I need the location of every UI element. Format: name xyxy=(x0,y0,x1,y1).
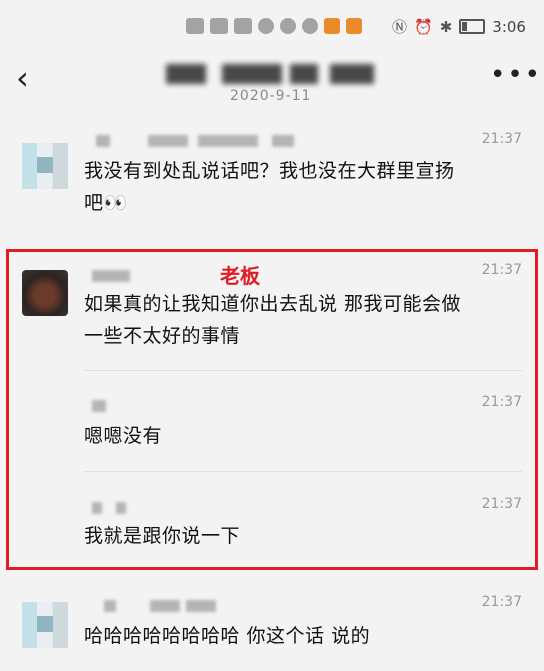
chat-bubble-icon xyxy=(280,18,296,34)
avatar[interactable] xyxy=(22,602,68,648)
message-time: 21:37 xyxy=(481,594,522,610)
wechat-icon xyxy=(258,18,274,34)
sender-name-blurred xyxy=(150,600,180,612)
message-text-line: 一些不太好的事情 xyxy=(84,325,241,347)
app-notification-icon xyxy=(346,18,362,34)
app-notification-icon xyxy=(324,18,340,34)
message-item[interactable]: 21:37 我就是跟你说一下 xyxy=(0,496,544,568)
status-bar: Ⓝ ⏰ ✱ 3:06 xyxy=(0,0,544,56)
message-text-line: 如果真的让我知道你出去乱说 那我可能会做 xyxy=(84,293,462,315)
sender-name-blurred xyxy=(116,502,126,514)
avatar[interactable] xyxy=(22,143,68,189)
message-item[interactable]: 21:37 我没有到处乱说话吧？我也没在大群里宣扬 吧👀 xyxy=(0,131,544,235)
message-text-line: 吧👀 xyxy=(84,192,128,214)
status-time: 3:06 xyxy=(492,17,526,36)
avatar[interactable] xyxy=(22,270,68,316)
signal-icon xyxy=(210,18,228,34)
message-text: 我就是跟你说一下 xyxy=(84,525,241,547)
sender-name-blurred xyxy=(92,502,102,514)
sender-name-blurred xyxy=(186,600,216,612)
message-text: 嗯嗯没有 xyxy=(84,425,163,447)
divider xyxy=(84,370,522,371)
chat-title-blurred xyxy=(222,64,282,84)
message-time: 21:37 xyxy=(481,394,522,410)
sender-name-blurred xyxy=(272,135,294,147)
message-text: 哈哈哈哈哈哈哈哈 你这个话 说的 xyxy=(84,625,371,647)
sender-name-blurred xyxy=(92,270,130,282)
sender-name-blurred xyxy=(104,600,116,612)
message-time: 21:37 xyxy=(481,496,522,512)
chat-title-blurred xyxy=(330,64,374,84)
message-text-line: 我没有到处乱说话吧？我也没在大群里宣扬 xyxy=(84,160,455,182)
chat-header: ‹ 2020-9-11 ••• xyxy=(0,58,544,110)
hd-icon xyxy=(186,18,204,34)
bluetooth-icon: ✱ xyxy=(439,17,453,36)
sender-name-blurred xyxy=(96,135,110,147)
message-item[interactable]: 21:37 哈哈哈哈哈哈哈哈 你这个话 说的 xyxy=(0,594,544,671)
alarm-icon: ⏰ xyxy=(414,17,433,36)
chat-title-blurred xyxy=(290,64,318,84)
status-icons-left xyxy=(186,18,362,34)
nfc-icon: Ⓝ xyxy=(392,18,408,36)
more-icon[interactable]: ••• xyxy=(490,60,542,90)
status-icons-right: Ⓝ ⏰ ✱ 3:06 xyxy=(392,16,526,37)
battery-icon xyxy=(459,19,486,34)
sender-name-blurred xyxy=(148,135,188,147)
message-text: 我没有到处乱说话吧？我也没在大群里宣扬 吧👀 xyxy=(84,155,524,219)
sender-name-blurred xyxy=(92,400,106,412)
message-item[interactable]: 21:37 嗯嗯没有 xyxy=(0,394,544,466)
notification-dot-icon xyxy=(302,18,318,34)
signal-icon xyxy=(234,18,252,34)
message-text: 如果真的让我知道你出去乱说 那我可能会做 一些不太好的事情 xyxy=(84,288,524,352)
back-icon[interactable]: ‹ xyxy=(16,62,29,94)
chat-date: 2020-9-11 xyxy=(230,88,312,104)
message-item[interactable]: 21:37 如果真的让我知道你出去乱说 那我可能会做 一些不太好的事情 xyxy=(0,262,544,366)
sender-name-blurred xyxy=(198,135,258,147)
message-time: 21:37 xyxy=(481,131,522,147)
divider xyxy=(84,471,522,472)
chat-title-blurred xyxy=(166,64,206,84)
message-time: 21:37 xyxy=(481,262,522,278)
